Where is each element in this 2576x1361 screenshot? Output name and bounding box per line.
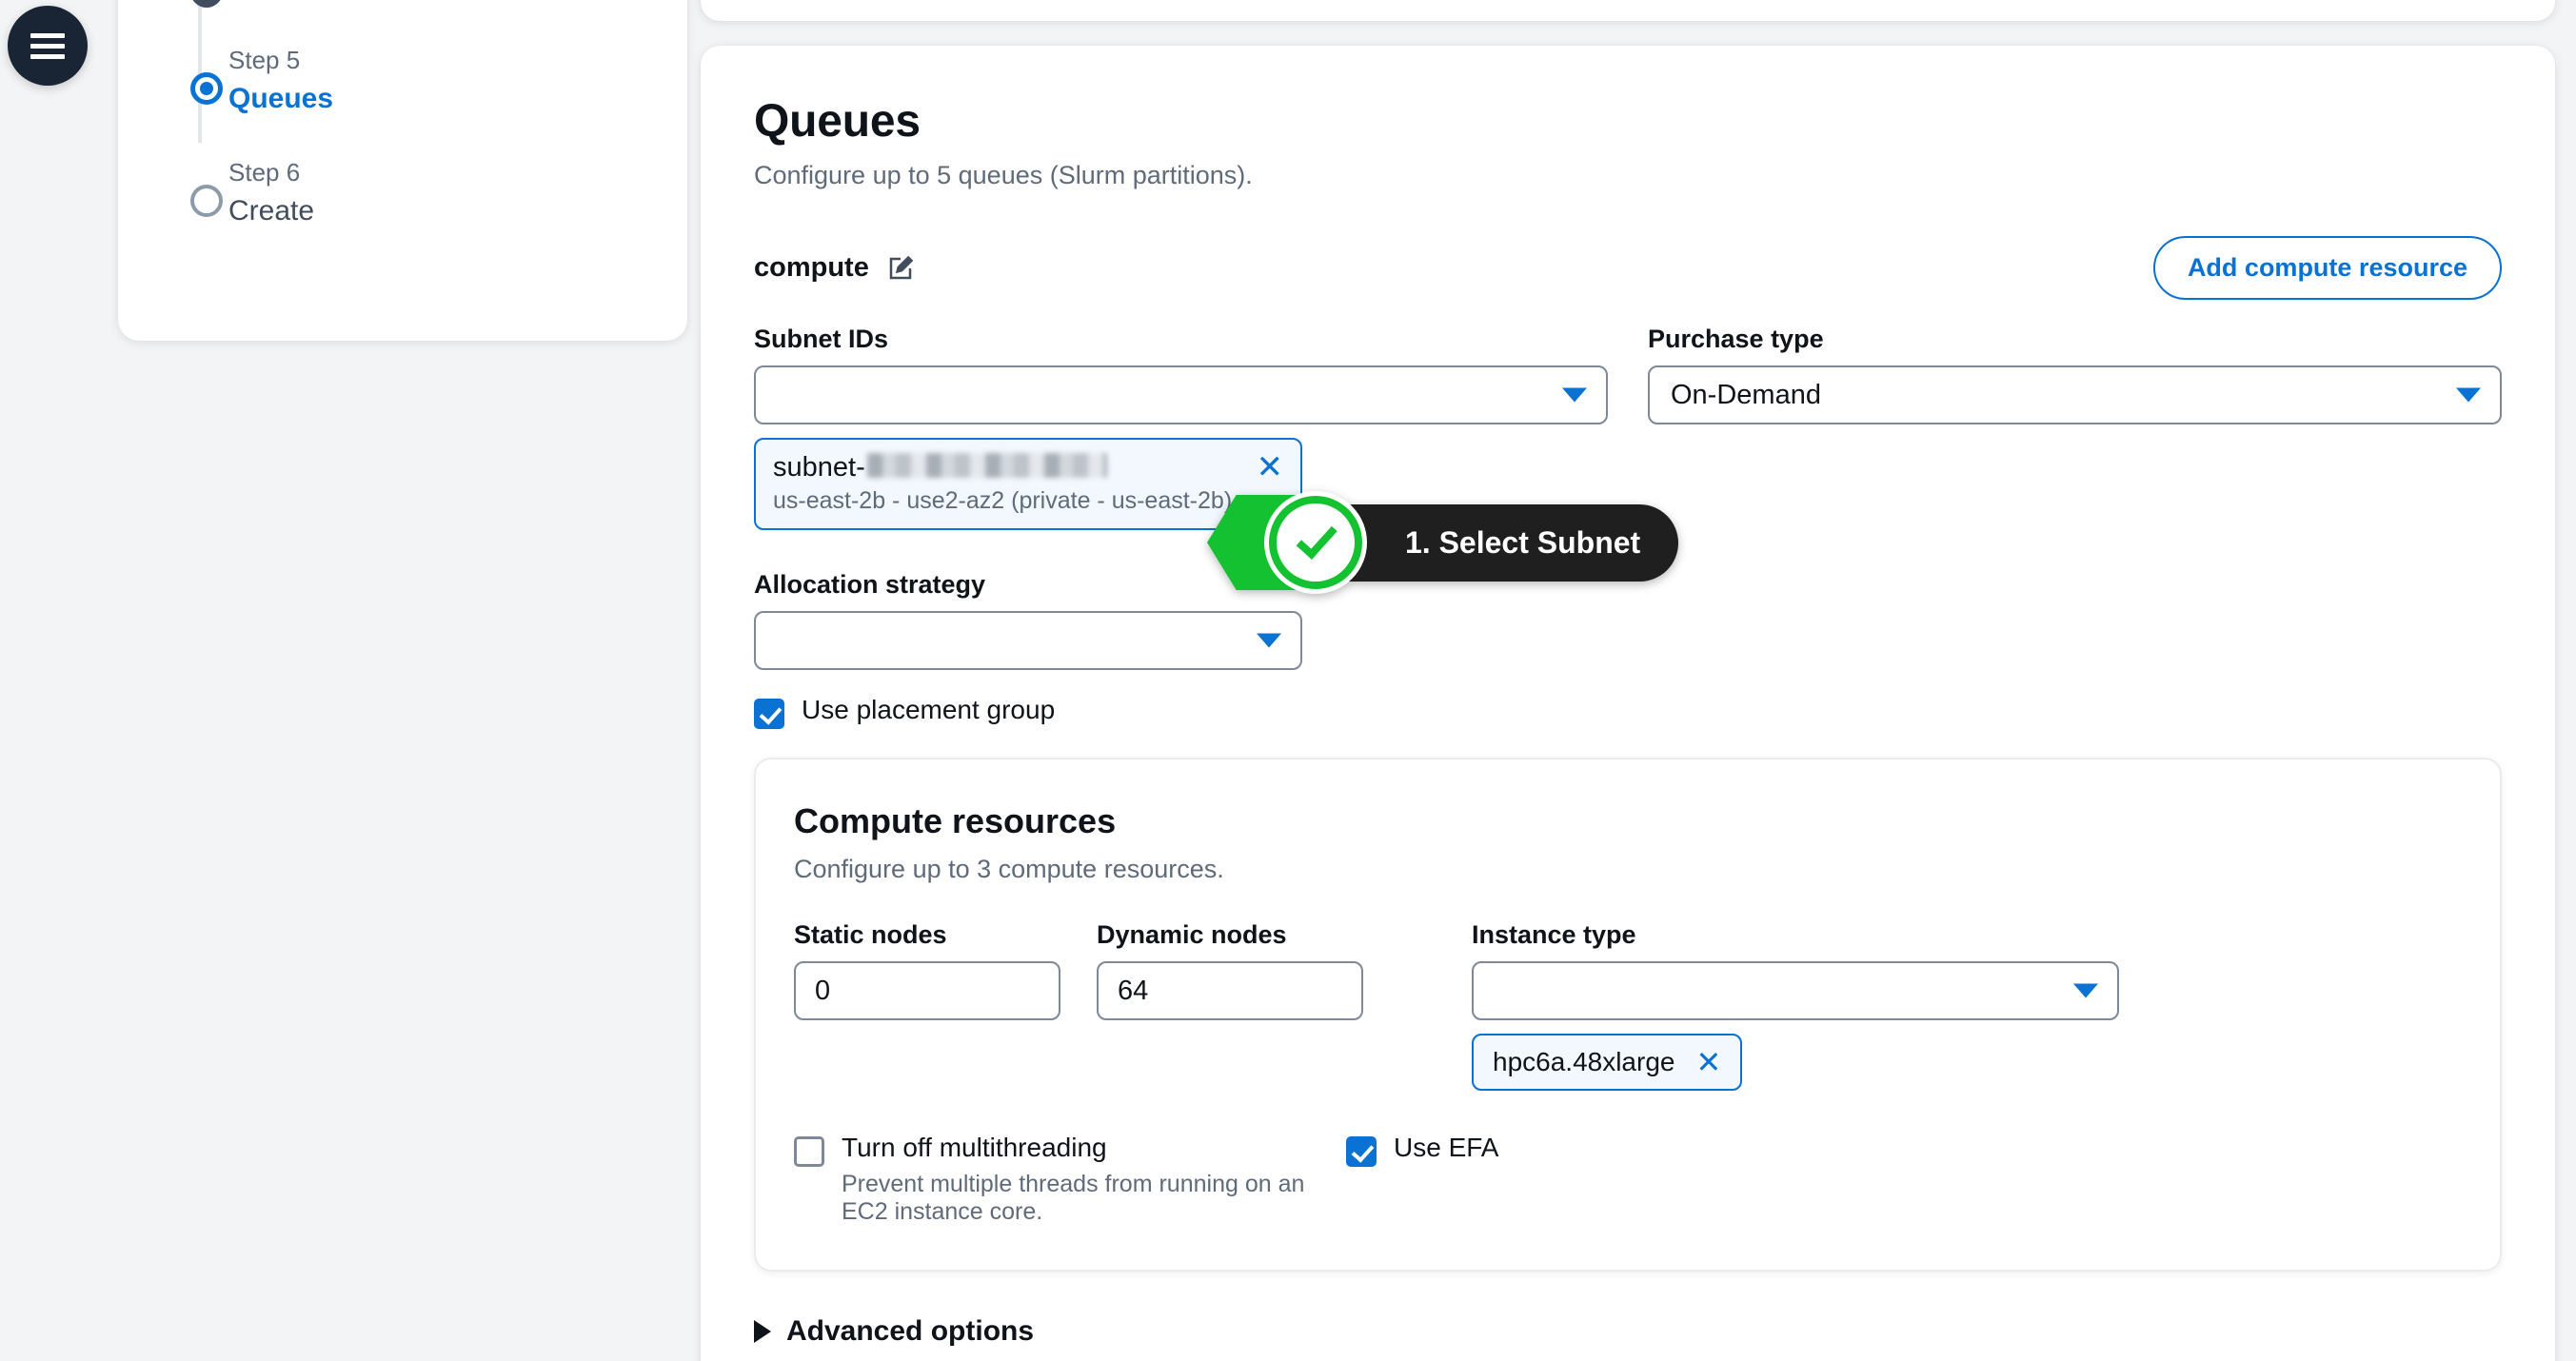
page-subtitle: Configure up to 5 queues (Slurm partitio… [754, 161, 1253, 189]
step-marker-current-icon [190, 71, 223, 105]
purchase-type-value: On-Demand [1671, 379, 1821, 410]
multithreading-checkbox[interactable] [794, 1136, 824, 1167]
purchase-type-label: Purchase type [1648, 325, 1824, 353]
nodes-row: Static nodes 0 Dynamic nodes 64 Instance… [794, 920, 2462, 1091]
sidebar-item-label-queues: Queues [228, 82, 334, 114]
instance-type-label: Instance type [1472, 920, 1636, 949]
instance-type-chip[interactable]: hpc6a.48xlarge ✕ [1472, 1034, 1743, 1091]
step-marker-todo-icon [190, 185, 223, 218]
previous-section-card [701, 0, 2555, 21]
dynamic-nodes-group: Dynamic nodes 64 [1097, 920, 1363, 1020]
static-nodes-label: Static nodes [794, 920, 947, 949]
efa-row[interactable]: Use EFA [1346, 1133, 1498, 1167]
checkmark-glyph [1296, 517, 1338, 560]
efa-checkbox[interactable] [1346, 1136, 1377, 1167]
static-nodes-group: Static nodes 0 [794, 920, 1060, 1020]
queue-name: compute [754, 252, 869, 283]
close-x-icon[interactable]: ✕ [1257, 451, 1284, 483]
chevron-down-icon [1562, 387, 1587, 403]
compute-resources-title: Compute resources [794, 801, 1117, 840]
queue-header-row: compute Add compute resource [754, 236, 2502, 300]
advanced-options-toggle[interactable]: Advanced options [754, 1315, 2502, 1348]
check-inner [1277, 503, 1355, 582]
page-title: Queues [754, 96, 921, 147]
compute-options-row: Turn off multithreading Prevent multiple… [794, 1133, 2462, 1226]
instance-type-chip-label: hpc6a.48xlarge [1493, 1047, 1675, 1076]
dynamic-nodes-value: 64 [1118, 975, 1149, 1006]
wizard-steps-list: Storage Step 5 Queues Step 6 Create [118, 0, 687, 229]
app-root: Storage Step 5 Queues Step 6 Create Queu… [0, 0, 2576, 1361]
instance-type-group: Instance type hpc6a.48xlarge ✕ [1472, 920, 2119, 1091]
placement-group-row[interactable]: Use placement group [754, 695, 2502, 729]
efa-label: Use EFA [1394, 1133, 1499, 1162]
queues-card: Queues Configure up to 5 queues (Slurm p… [701, 46, 2555, 1361]
triangle-right-icon [754, 1320, 771, 1343]
chevron-down-icon [1257, 633, 1281, 648]
purchase-type-select[interactable]: On-Demand [1648, 365, 2502, 424]
static-nodes-value: 0 [815, 975, 831, 1006]
annotation-step-label: 1. Select Subnet [1314, 503, 1679, 582]
edit-pencil-icon[interactable] [886, 254, 915, 283]
subnet-ids-label: Subnet IDs [754, 325, 889, 353]
step-number-queues: Step 5 [228, 45, 301, 74]
multithreading-label: Turn off multithreading [842, 1133, 1107, 1162]
hamburger-bars [30, 28, 65, 65]
static-nodes-input[interactable]: 0 [794, 961, 1060, 1020]
compute-resources-subtitle: Configure up to 3 compute resources. [794, 855, 1224, 883]
add-compute-resource-button[interactable]: Add compute resource [2152, 236, 2502, 300]
sidebar-item-storage[interactable]: Storage [173, 0, 661, 36]
green-check-circle-icon [1264, 491, 1367, 594]
step-marker-done-icon [190, 0, 223, 8]
step-number-create: Step 6 [228, 158, 301, 187]
multithreading-description: Prevent multiple threads from running on… [842, 1171, 1305, 1225]
efa-group: Use EFA [1346, 1133, 1498, 1226]
multithreading-row[interactable]: Turn off multithreading Prevent multiple… [794, 1133, 1346, 1226]
chevron-down-icon [2073, 983, 2098, 998]
subnet-chip-id-redacted [866, 453, 1107, 478]
chevron-down-icon [2456, 387, 2481, 403]
sidebar-item-label-create: Create [228, 195, 315, 227]
close-x-icon[interactable]: ✕ [1695, 1047, 1721, 1077]
placement-group-checkbox[interactable] [754, 699, 784, 729]
subnet-chip-prefix: subnet- [773, 452, 865, 483]
multithreading-group: Turn off multithreading Prevent multiple… [794, 1133, 1346, 1226]
hamburger-menu-icon[interactable] [8, 6, 88, 86]
queue-name-group: compute [754, 252, 915, 284]
dynamic-nodes-input[interactable]: 64 [1097, 961, 1363, 1020]
sidebar-item-create[interactable]: Step 6 Create [173, 158, 661, 229]
wizard-steps-panel: Storage Step 5 Queues Step 6 Create [118, 0, 687, 341]
annotation-callout: 1. Select Subnet [1207, 491, 1679, 594]
compute-resources-card: Compute resources Configure up to 3 comp… [754, 758, 2502, 1272]
instance-type-select[interactable] [1472, 961, 2119, 1020]
dynamic-nodes-label: Dynamic nodes [1097, 920, 1287, 949]
allocation-strategy-select[interactable] [754, 611, 1302, 670]
placement-group-label: Use placement group [802, 695, 1056, 724]
sidebar-item-queues[interactable]: Step 5 Queues [173, 46, 661, 117]
advanced-options-label: Advanced options [786, 1315, 1035, 1347]
subnet-ids-select[interactable] [754, 365, 1608, 424]
subnet-chip-id-line: subnet- [773, 451, 1283, 483]
purchase-type-field-group: Purchase type On-Demand [1648, 325, 2502, 530]
